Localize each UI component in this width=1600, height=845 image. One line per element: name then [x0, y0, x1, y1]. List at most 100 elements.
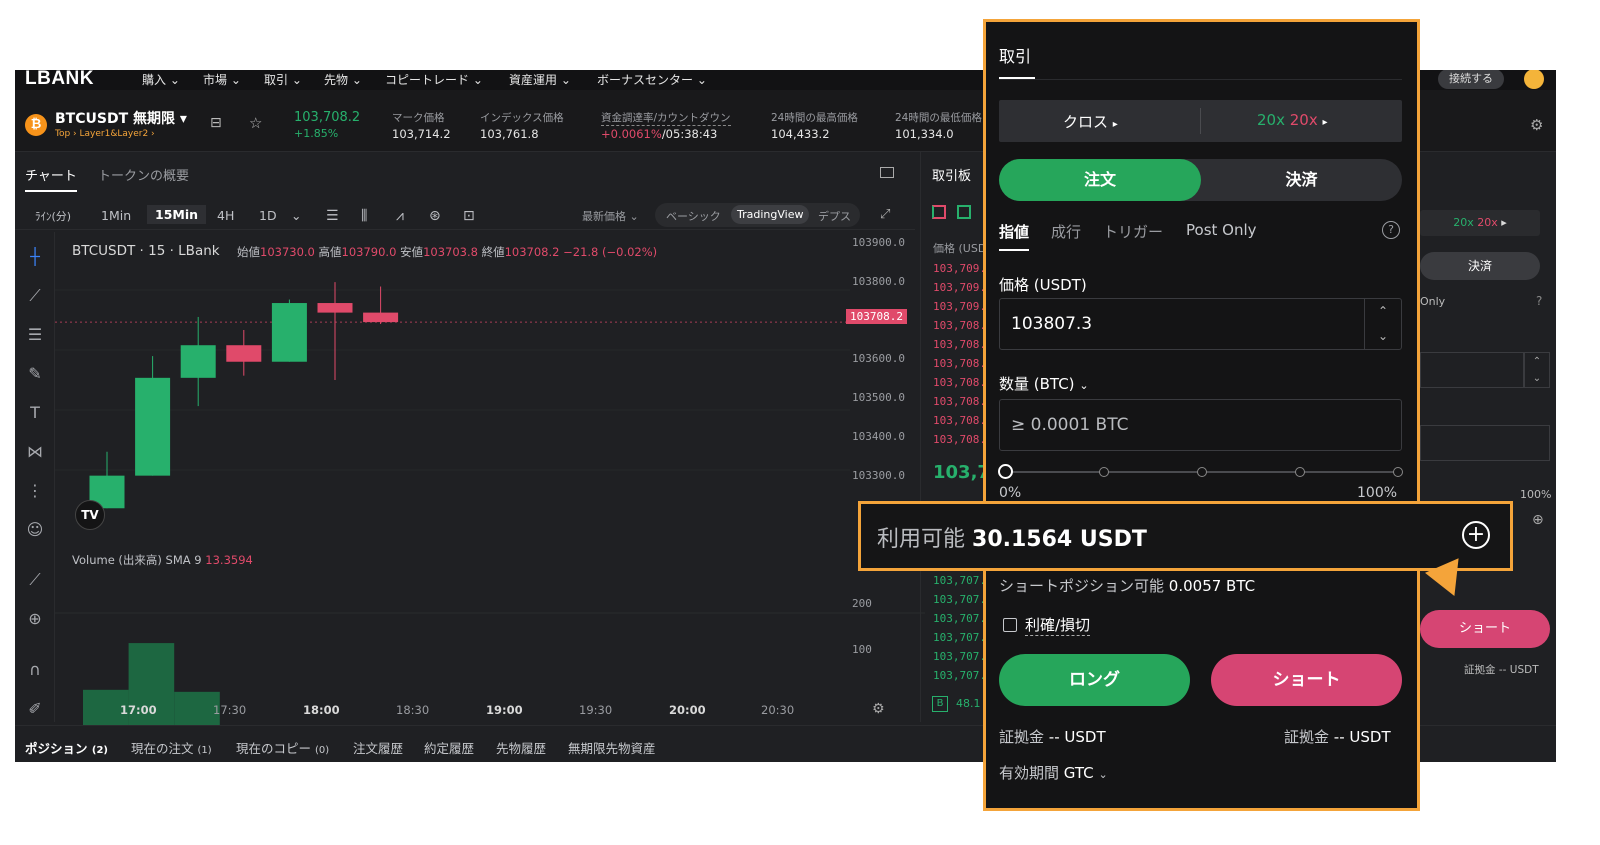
tf-line[interactable]: ﾗｲﾝ(分) [35, 208, 71, 224]
orderbook-ask-row[interactable]: 103,708. [933, 338, 986, 351]
margin-mode-select[interactable]: クロス ▸ [1063, 111, 1118, 132]
window-icon[interactable] [880, 167, 894, 178]
tab-trade-history[interactable]: 約定履歴 [424, 738, 474, 757]
orderbook-bids-icon[interactable] [957, 205, 971, 219]
orderbook-bid-row[interactable]: 103,707. [933, 593, 986, 606]
order-type-limit[interactable]: 指値 [999, 221, 1029, 242]
magnet-icon[interactable]: ∩ [24, 659, 46, 681]
view-tradingview[interactable]: TradingView [731, 205, 810, 224]
tpsl-label[interactable]: 利確/損切 [1025, 614, 1091, 636]
tpsl-checkbox[interactable] [1003, 618, 1017, 632]
long-button[interactable]: ロング [999, 654, 1190, 706]
tab-open-orders[interactable]: 現在の注文 (1) [131, 738, 212, 757]
bg-help-icon[interactable]: ? [1536, 294, 1542, 308]
orderbook-ask-row[interactable]: 103,709. [933, 262, 986, 275]
emoji-icon[interactable]: ☺ [24, 519, 46, 541]
nav-wealth[interactable]: 資産運用 ⌄ [509, 71, 571, 88]
bg-settings-icon[interactable]: ⚙ [1530, 116, 1543, 134]
tab-order[interactable]: 注文 [999, 159, 1201, 201]
short-button[interactable]: ショート [1211, 654, 1402, 706]
help-icon[interactable]: ? [1382, 221, 1400, 239]
indicator-icon[interactable]: ☰ [326, 208, 339, 224]
tab-futures-history[interactable]: 先物履歴 [496, 738, 546, 757]
order-type-market[interactable]: 成行 [1051, 221, 1081, 242]
slider-mark-75[interactable] [1295, 467, 1305, 477]
nav-trade[interactable]: 取引 ⌄ [264, 71, 302, 88]
ruler-icon[interactable]: ⟋ [24, 569, 46, 591]
camera-icon[interactable]: ⊡ [463, 208, 475, 224]
fullscreen-icon[interactable]: ⤢ [880, 207, 890, 222]
symbol-selector[interactable]: BTCUSDT 無期限 ▾ [55, 108, 187, 128]
orderbook-ask-row[interactable]: 103,708. [933, 433, 986, 446]
tab-chart[interactable]: チャート [25, 165, 77, 192]
orderbook-bid-row[interactable]: 103,707. [933, 650, 986, 663]
nav-bonus[interactable]: ボーナスセンター ⌄ [597, 71, 707, 88]
orderbook-ask-row[interactable]: 103,709. [933, 281, 986, 294]
bg-postonly[interactable]: Only [1420, 295, 1445, 308]
settings-icon[interactable]: ⊛ [429, 208, 441, 224]
order-type-trigger[interactable]: トリガー [1103, 221, 1163, 242]
orderbook-ask-row[interactable]: 103,708. [933, 319, 986, 332]
tradingview-logo[interactable]: TV [75, 500, 105, 530]
view-depth[interactable]: デプス [818, 208, 851, 224]
tab-token-overview[interactable]: トークンの概要 [98, 165, 189, 184]
bg-leverage[interactable]: 20x 20x ▸ [1420, 210, 1540, 236]
candle-type-icon[interactable]: ⫼ [361, 208, 367, 224]
compare-icon[interactable]: ⩘ [396, 208, 404, 224]
price-increment-icon[interactable]: ⌃ [1365, 299, 1401, 324]
funding-label[interactable]: 資金調達率/カウントダウン [601, 110, 731, 126]
bg-short-button[interactable]: ショート [1420, 610, 1550, 648]
tab-close-position[interactable]: 決済 [1201, 159, 1402, 201]
nav-market[interactable]: 市場 ⌄ [203, 71, 241, 88]
tf-dropdown-icon[interactable]: ⌄ [291, 208, 301, 223]
chart-settings-icon[interactable]: ⚙ [872, 701, 885, 717]
text-icon[interactable]: T [24, 402, 46, 424]
leverage-select[interactable]: 20x 20x ▸ [1257, 111, 1328, 129]
slider-mark-100[interactable] [1393, 467, 1403, 477]
nav-buy[interactable]: 購入 ⌄ [142, 71, 180, 88]
book-icon[interactable]: ⊟ [210, 115, 222, 131]
logo[interactable]: LBANK [25, 70, 94, 90]
trendline-icon[interactable]: ⟋ [24, 285, 46, 307]
tab-order-history[interactable]: 注文履歴 [353, 738, 403, 757]
avatar[interactable] [1524, 70, 1544, 89]
orderbook-bid-row[interactable]: 103,707. [933, 631, 986, 644]
orderbook-ask-row[interactable]: 103,708. [933, 357, 986, 370]
orderbook-bid-row[interactable]: 103,707. [933, 669, 986, 682]
orderbook-both-icon[interactable] [932, 205, 946, 219]
slider-mark-25[interactable] [1099, 467, 1109, 477]
pattern-icon[interactable]: ⋈ [24, 441, 46, 463]
bg-price-stepper[interactable]: ⌃ ⌄ [1524, 352, 1550, 388]
view-basic[interactable]: ベーシック [666, 208, 721, 224]
crosshair-icon[interactable]: ┼ [24, 246, 46, 268]
order-type-postonly[interactable]: Post Only [1186, 221, 1257, 239]
zoom-icon[interactable]: ⊕ [24, 608, 46, 630]
tf-1d[interactable]: 1D [259, 208, 277, 223]
add-funds-icon[interactable]: + [1462, 521, 1490, 549]
price-type-select[interactable]: 最新価格 ⌄ [582, 208, 639, 224]
tab-positions[interactable]: ポジション (2) [25, 738, 108, 757]
orderbook-ask-row[interactable]: 103,708. [933, 414, 986, 427]
orderbook-ask-row[interactable]: 103,708. [933, 395, 986, 408]
tf-15min[interactable]: 15Min [147, 205, 207, 224]
connect-button[interactable]: 接続する [1438, 70, 1504, 89]
slider-thumb[interactable] [998, 464, 1013, 479]
tab-perpetual-assets[interactable]: 無期限先物資産 [568, 738, 656, 757]
tf-1min[interactable]: 1Min [101, 208, 131, 223]
bg-settle-tab[interactable]: 決済 [1420, 252, 1540, 280]
price-decrement-icon[interactable]: ⌄ [1365, 324, 1401, 349]
slider-mark-50[interactable] [1197, 467, 1207, 477]
nav-copy-trade[interactable]: コピートレード ⌄ [385, 71, 483, 88]
brush-icon[interactable]: ✎ [24, 363, 46, 385]
horizontal-lines-icon[interactable]: ☰ [24, 324, 46, 346]
bg-qty-input[interactable] [1420, 425, 1550, 461]
nav-futures[interactable]: 先物 ⌄ [324, 71, 362, 88]
bg-price-input[interactable] [1420, 352, 1524, 388]
qty-label[interactable]: 数量 (BTC) ⌄ [999, 373, 1089, 394]
tab-copies[interactable]: 現在のコピー (0) [236, 738, 329, 757]
bg-add-icon[interactable]: ⊕ [1532, 512, 1544, 528]
star-icon[interactable]: ☆ [249, 114, 262, 132]
tf-4h[interactable]: 4H [217, 208, 234, 223]
orderbook-bid-row[interactable]: 103,707. [933, 612, 986, 625]
price-chart[interactable] [55, 230, 925, 725]
